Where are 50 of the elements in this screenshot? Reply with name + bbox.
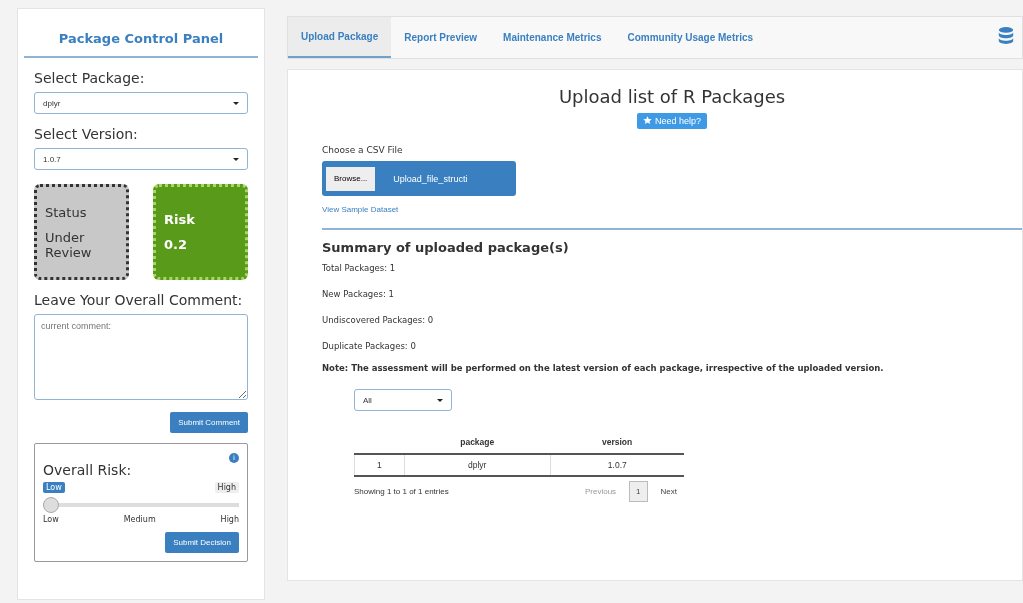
summary-line: Duplicate Packages: 0 [322,341,417,351]
panel-title: Package Control Panel [24,9,258,58]
field-label: Leave Your Overall Comment: [34,292,244,308]
tick-label: High [220,515,239,524]
summary-line: New Packages: 1 [322,289,395,299]
slider-thumb[interactable] [43,497,59,513]
tick-label: Low [43,515,59,524]
browse-button[interactable]: Browse... [326,166,376,191]
tab[interactable]: Report Preview [391,17,491,58]
filter-select[interactable]: All [354,389,452,411]
field-label: Select Version: [34,126,139,142]
box-label: Risk [164,212,196,227]
table-cell: 1.0.7 [550,454,684,476]
note-text: Note: The assessment will be performed on the latest version of each package, irrespective of the uploaded version. [322,363,885,373]
box-label: Status [45,204,88,220]
tick-label: Medium [123,515,156,524]
tab[interactable]: Maintenance Metrics [490,17,615,58]
submit-decision-button[interactable]: Submit Decision [165,532,239,553]
table-info: Showing 1 to 1 of 1 entries [354,487,449,496]
caret-icon [437,398,443,402]
tab[interactable]: Upload Package [288,17,392,58]
field-label: Select Package: [34,70,146,86]
min-badge: Low [43,482,65,493]
box-value: 0.2 [164,237,189,252]
column-header[interactable]: package [404,431,551,454]
page-button[interactable]: 1 [629,481,648,502]
table-cell: 1 [354,454,405,476]
submit-comment-button[interactable]: Submit Comment [170,412,248,433]
box-value: Under Review [45,229,93,260]
package-select[interactable]: dplyr [34,92,248,114]
star-icon [642,116,652,125]
field-label: Choose a CSV File [322,145,404,155]
comment-field[interactable]: current comment: [34,314,248,400]
risk-label: Overall Risk: [43,462,133,478]
table-cell: dplyr [404,454,551,476]
summary-title: Summary of uploaded package(s) [322,240,570,255]
summary-line: Total Packages: 1 [322,263,397,273]
caret-icon [233,101,239,105]
file-input[interactable]: Browse... Upload_file_structi [322,161,516,196]
version-select[interactable]: 1.0.7 [34,148,248,170]
page-title: Upload list of R Packages [557,86,787,107]
page-button[interactable]: Next [653,481,684,502]
sample-link[interactable]: View Sample Dataset [322,205,1022,214]
max-badge: High [214,482,239,493]
summary-line: Undiscovered Packages: 0 [322,315,435,325]
file-name: Upload_file_structi [393,173,468,184]
tab[interactable]: Community Usage Metrics [614,17,767,58]
database-icon[interactable] [998,26,1014,45]
column-header[interactable]: version [550,431,684,454]
caret-icon [233,157,239,161]
